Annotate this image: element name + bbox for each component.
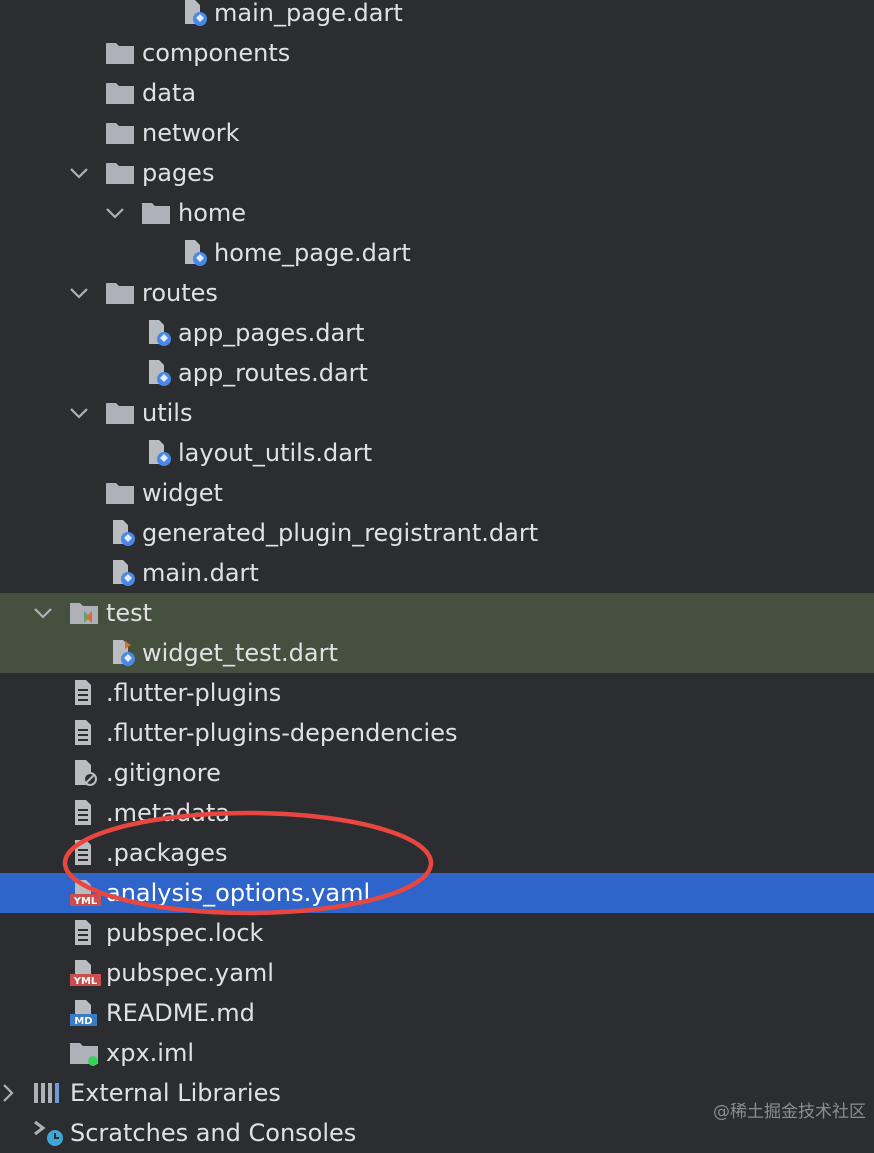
tree-item-label: pubspec.yaml: [106, 959, 274, 987]
tree-item-label: routes: [142, 279, 218, 307]
tree-item-pages[interactable]: pages: [0, 153, 874, 193]
folder-icon: [105, 119, 135, 147]
tree-item-app-pages-dart[interactable]: app_pages.dart: [0, 313, 874, 353]
dart-file-icon: [144, 359, 174, 387]
dart-test-file-icon: [108, 639, 138, 667]
dart-file-icon: [144, 439, 174, 467]
tree-item-widget-test-dart[interactable]: widget_test.dart: [0, 633, 874, 673]
tree-item-label: widget_test.dart: [142, 639, 338, 667]
tree-item-label: xpx.iml: [106, 1039, 194, 1067]
tree-item-analysis-options-yaml[interactable]: YML analysis_options.yaml: [0, 873, 874, 913]
tree-item-app-routes-dart[interactable]: app_routes.dart: [0, 353, 874, 393]
folder-icon: [105, 79, 135, 107]
folder-icon: [141, 199, 171, 227]
tree-item-pubspec-yaml[interactable]: YML pubspec.yaml: [0, 953, 874, 993]
tree-item-label: .flutter-plugins-dependencies: [106, 719, 458, 747]
tree-item-label: home: [178, 199, 247, 227]
text-file-icon: [72, 919, 102, 947]
yaml-badge-text: YML: [73, 976, 98, 987]
tree-item-label: .gitignore: [106, 759, 221, 787]
markdown-file-icon: MD: [70, 999, 100, 1027]
tree-item-label: External Libraries: [70, 1079, 281, 1107]
chevron-down-icon[interactable]: [67, 273, 91, 313]
folder-icon: [105, 479, 135, 507]
folder-icon: [105, 279, 135, 307]
tree-item-widget[interactable]: widget: [0, 473, 874, 513]
dart-file-icon: [180, 0, 210, 27]
tree-item-label: pubspec.lock: [106, 919, 264, 947]
module-folder-icon: [69, 1039, 99, 1067]
tree-item-label: data: [142, 79, 197, 107]
chevron-right-icon[interactable]: [0, 1073, 20, 1113]
tree-item-layout-utils-dart[interactable]: layout_utils.dart: [0, 433, 874, 473]
tree-item-test[interactable]: test: [0, 593, 874, 633]
project-tree: main_page.dart components data network p…: [0, 0, 874, 1153]
yaml-file-icon: YML: [70, 879, 101, 907]
tree-item-label: .metadata: [106, 799, 230, 827]
tree-item-flutter-plugins-dependencies[interactable]: .flutter-plugins-dependencies: [0, 713, 874, 753]
tree-item-components[interactable]: components: [0, 33, 874, 73]
watermark: @稀土掘金技术社区: [713, 1102, 866, 1122]
tree-item-home[interactable]: home: [0, 193, 874, 233]
tree-item-label: app_pages.dart: [178, 319, 365, 347]
libraries-icon: [33, 1079, 63, 1107]
text-file-icon: [72, 799, 102, 827]
tree-item-generated-plugin-registrant-dart[interactable]: generated_plugin_registrant.dart: [0, 513, 874, 553]
scratches-icon: [33, 1119, 63, 1147]
tree-item-gitignore[interactable]: .gitignore: [0, 753, 874, 793]
tree-item-main-dart[interactable]: main.dart: [0, 553, 874, 593]
tree-item-packages[interactable]: .packages: [0, 833, 874, 873]
tree-item-utils[interactable]: utils: [0, 393, 874, 433]
yaml-badge-text: YML: [73, 896, 98, 907]
dart-file-icon: [108, 559, 138, 587]
test-folder-icon: [69, 599, 99, 627]
tree-item-label: app_routes.dart: [178, 359, 368, 387]
tree-item-label: .packages: [106, 839, 228, 867]
tree-item-label: home_page.dart: [214, 239, 411, 267]
yaml-file-icon: YML: [70, 959, 101, 987]
tree-item-readme-md[interactable]: MD README.md: [0, 993, 874, 1033]
folder-icon: [105, 39, 135, 67]
tree-item-label: utils: [142, 399, 193, 427]
tree-item-label: README.md: [106, 999, 255, 1027]
tree-item-label: generated_plugin_registrant.dart: [142, 519, 539, 547]
tree-item-label: widget: [142, 479, 223, 507]
tree-item-label: components: [142, 39, 291, 67]
text-file-icon: [72, 679, 102, 707]
ignore-file-icon: [72, 759, 102, 787]
folder-icon: [105, 159, 135, 187]
tree-item-label: .flutter-plugins: [106, 679, 282, 707]
tree-item-label: network: [142, 119, 240, 147]
tree-item-label: main_page.dart: [214, 0, 403, 27]
tree-item-flutter-plugins[interactable]: .flutter-plugins: [0, 673, 874, 713]
tree-item-data[interactable]: data: [0, 73, 874, 113]
text-file-icon: [72, 839, 102, 867]
tree-item-label: layout_utils.dart: [178, 439, 373, 467]
tree-item-main-page-dart[interactable]: main_page.dart: [0, 0, 874, 33]
tree-item-home-page-dart[interactable]: home_page.dart: [0, 233, 874, 273]
tree-item-metadata[interactable]: .metadata: [0, 793, 874, 833]
chevron-down-icon[interactable]: [67, 153, 91, 193]
dart-file-icon: [180, 239, 210, 267]
tree-item-network[interactable]: network: [0, 113, 874, 153]
chevron-down-icon[interactable]: [31, 593, 55, 633]
tree-item-xpx-iml[interactable]: xpx.iml: [0, 1033, 874, 1073]
tree-item-label: pages: [142, 159, 215, 187]
tree-item-routes[interactable]: routes: [0, 273, 874, 313]
tree-item-label: main.dart: [142, 559, 259, 587]
tree-item-label: analysis_options.yaml: [106, 879, 371, 907]
tree-item-label: test: [106, 599, 153, 627]
md-badge-text: MD: [74, 1016, 92, 1027]
chevron-down-icon[interactable]: [67, 393, 91, 433]
folder-icon: [105, 399, 135, 427]
tree-item-pubspec-lock[interactable]: pubspec.lock: [0, 913, 874, 953]
dart-file-icon: [108, 519, 138, 547]
text-file-icon: [72, 719, 102, 747]
dart-file-icon: [144, 319, 174, 347]
chevron-down-icon[interactable]: [103, 193, 127, 233]
tree-item-label: Scratches and Consoles: [70, 1119, 357, 1147]
